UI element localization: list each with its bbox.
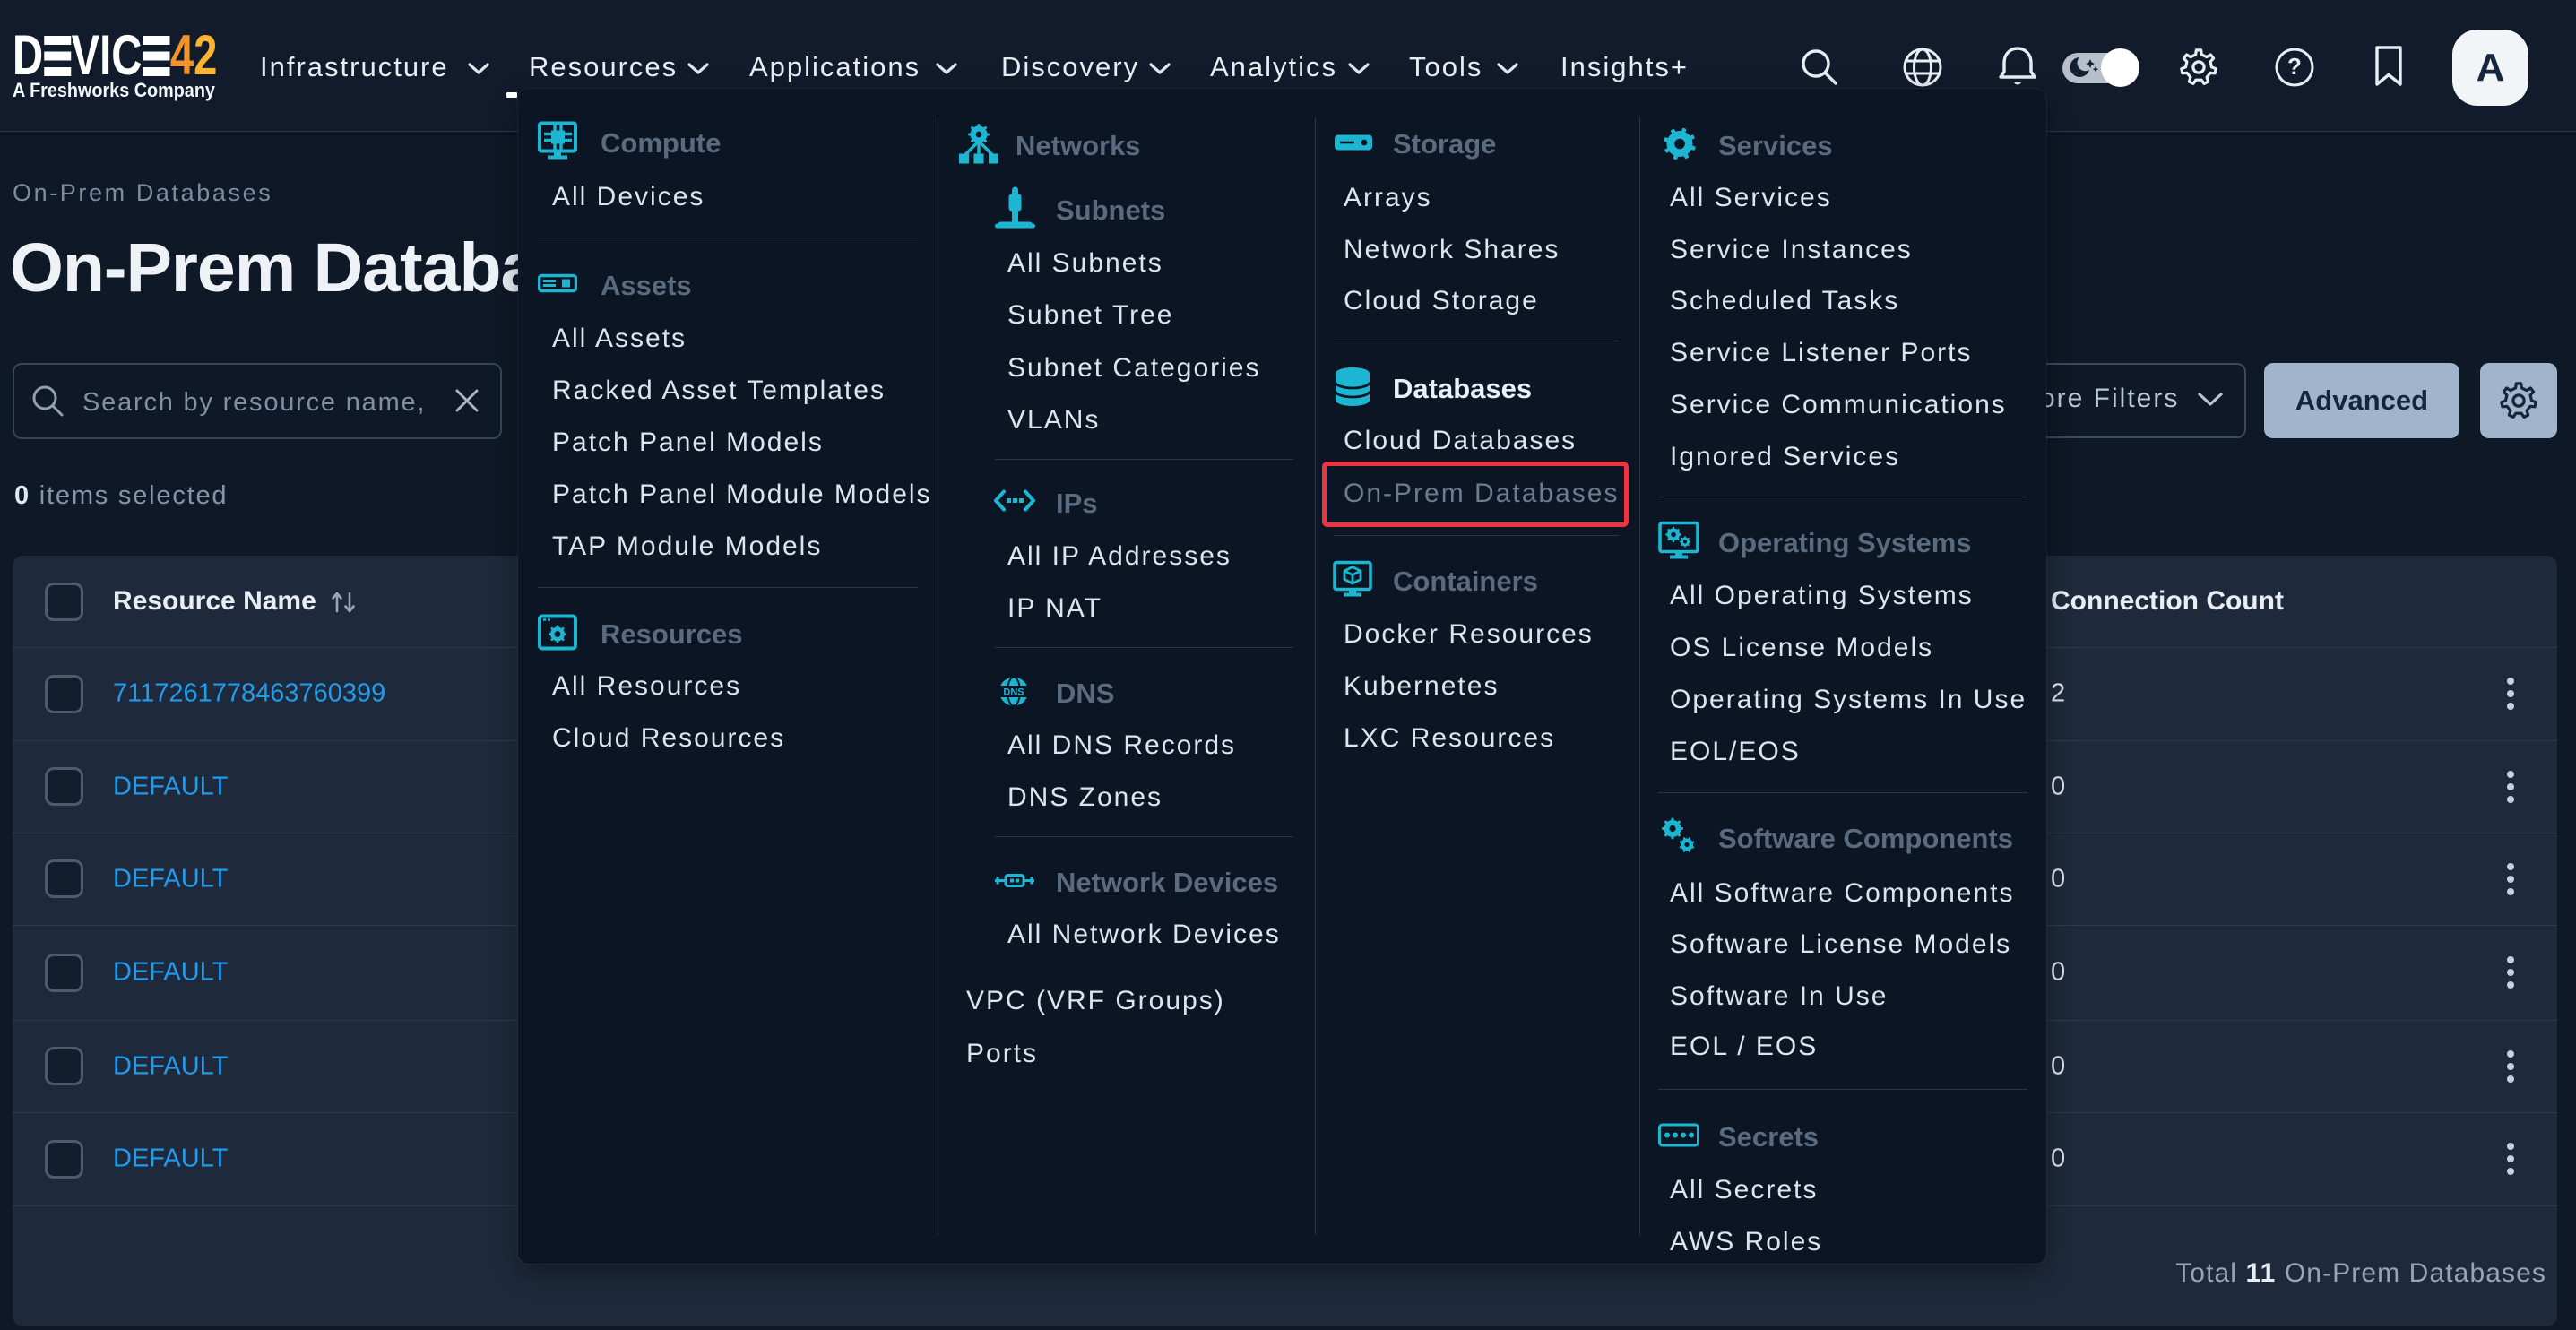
svg-text:DNS: DNS bbox=[1003, 687, 1024, 698]
svg-text:?: ? bbox=[2287, 53, 2302, 80]
